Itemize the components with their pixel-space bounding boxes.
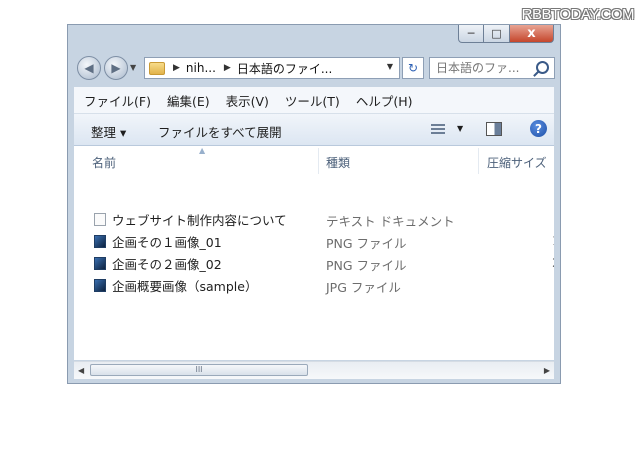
column-divider[interactable] (478, 148, 479, 174)
search-input[interactable] (436, 61, 532, 75)
text-file-icon (94, 212, 106, 226)
breadcrumb-item[interactable]: nih... (186, 61, 216, 75)
command-bar: 整理 ▾ ファイルをすべて展開 ▼ ? (74, 114, 554, 146)
menu-view[interactable]: 表示(V) (226, 91, 269, 110)
scroll-right-icon[interactable]: ▶ (544, 366, 550, 375)
breadcrumb-chevron-icon[interactable]: ▶ (173, 63, 180, 73)
file-row[interactable]: 企画その２画像_02 PNG ファイル 2 (94, 253, 554, 273)
file-size: 2 (552, 255, 554, 270)
site-watermark: RBBTODAY.COM (521, 6, 635, 23)
scroll-left-icon[interactable]: ◀ (78, 366, 84, 375)
horizontal-scrollbar[interactable]: ◀ III ▶ (74, 361, 554, 379)
file-row[interactable]: 企画概要画像（sample） JPG ファイル (94, 275, 401, 295)
folder-icon (149, 61, 165, 75)
column-header-type[interactable]: 種類 (326, 154, 350, 171)
image-file-icon (94, 256, 106, 270)
back-button[interactable]: ◀ (77, 56, 101, 80)
menu-bar: ファイル(F) 編集(E) 表示(V) ツール(T) ヘルプ(H) (74, 87, 554, 114)
menu-file[interactable]: ファイル(F) (84, 91, 151, 110)
file-size: 1 (552, 233, 554, 248)
help-icon[interactable]: ? (530, 120, 547, 137)
search-box[interactable] (429, 57, 555, 79)
refresh-button[interactable]: ↻ (402, 57, 424, 79)
recent-pages-dropdown[interactable]: ▼ (130, 63, 136, 72)
column-header-name[interactable]: 名前 (92, 154, 116, 171)
forward-button[interactable]: ▶ (104, 56, 128, 80)
file-name: 企画概要画像（sample） (112, 278, 258, 294)
explorer-window: ─ □ x ◀ ▶ ▼ ▶ nih... ▶ 日本語のファイ... ▼ ↻ ファ… (67, 24, 561, 384)
scrollbar-thumb[interactable]: III (90, 364, 308, 376)
file-list: ▲ 名前 種類 圧縮サイズ ウェブサイト制作内容について テキスト ドキュメント… (74, 146, 554, 360)
menu-help[interactable]: ヘルプ(H) (356, 91, 413, 110)
file-row[interactable]: 企画その１画像_01 PNG ファイル 1 (94, 231, 554, 251)
title-bar: ─ □ x (68, 25, 560, 49)
file-name: ウェブサイト制作内容について (112, 212, 287, 228)
view-dropdown-icon[interactable]: ▼ (457, 124, 463, 133)
image-file-icon (94, 234, 106, 248)
address-row: ◀ ▶ ▼ ▶ nih... ▶ 日本語のファイ... ▼ ↻ (68, 51, 560, 85)
address-dropdown-icon[interactable]: ▼ (387, 62, 393, 71)
file-type: PNG ファイル (326, 236, 407, 251)
menu-edit[interactable]: 編集(E) (167, 91, 210, 110)
file-name: 企画その１画像_01 (112, 234, 222, 250)
search-icon[interactable] (536, 61, 549, 74)
maximize-button[interactable]: □ (484, 25, 510, 43)
file-name: 企画その２画像_02 (112, 256, 222, 272)
view-options-icon[interactable] (431, 124, 445, 135)
file-type: JPG ファイル (326, 280, 401, 295)
file-type: テキスト ドキュメント (326, 214, 455, 229)
sort-indicator-icon: ▲ (199, 146, 206, 155)
organize-button[interactable]: 整理 ▾ (91, 122, 126, 141)
refresh-icon: ↻ (407, 61, 419, 75)
close-button[interactable]: x (510, 25, 554, 43)
back-arrow-icon: ◀ (84, 61, 94, 75)
breadcrumb-item[interactable]: 日本語のファイ... (237, 60, 332, 77)
column-header-compressed-size[interactable]: 圧縮サイズ (487, 154, 547, 171)
minimize-button[interactable]: ─ (458, 25, 484, 43)
image-file-icon (94, 278, 106, 292)
file-type: PNG ファイル (326, 258, 407, 273)
preview-pane-icon[interactable] (486, 122, 502, 136)
forward-arrow-icon: ▶ (111, 61, 121, 75)
column-divider[interactable] (318, 148, 319, 174)
breadcrumb-chevron-icon[interactable]: ▶ (224, 63, 231, 73)
menu-tools[interactable]: ツール(T) (285, 91, 340, 110)
file-row[interactable]: ウェブサイト制作内容について テキスト ドキュメント (94, 209, 455, 229)
caption-buttons: ─ □ x (458, 25, 554, 43)
address-bar[interactable]: ▶ nih... ▶ 日本語のファイ... ▼ (144, 57, 400, 79)
extract-all-button[interactable]: ファイルをすべて展開 (158, 122, 282, 141)
